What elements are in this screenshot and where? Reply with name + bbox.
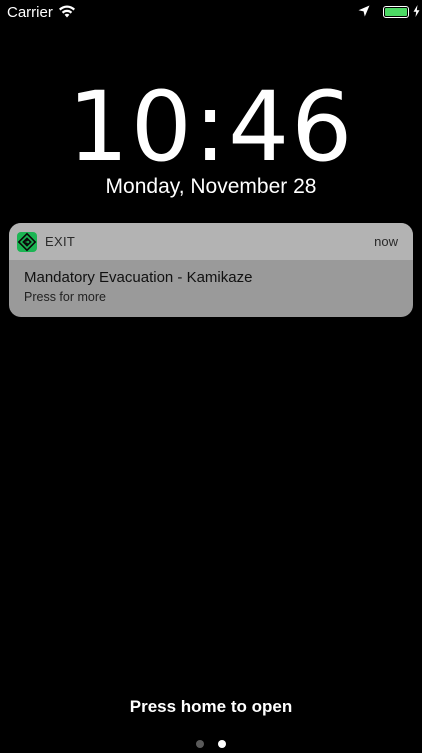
exit-app-icon <box>17 232 37 252</box>
notification-title: Mandatory Evacuation - Kamikaze <box>24 269 253 286</box>
location-arrow-icon <box>358 5 370 17</box>
notification-app-name: EXIT <box>45 234 76 249</box>
notification-card[interactable]: EXIT now Mandatory Evacuation - Kamikaze… <box>9 223 413 317</box>
status-bar: Carrier <box>0 0 422 26</box>
notification-time: now <box>374 234 398 249</box>
charging-bolt-icon <box>413 5 420 17</box>
notification-header: EXIT now <box>9 223 413 260</box>
page-dot-2[interactable] <box>218 740 227 748</box>
unlock-hint: Press home to open <box>129 697 293 716</box>
battery-fill <box>385 8 407 16</box>
carrier-label: Carrier <box>7 4 53 21</box>
page-indicator[interactable] <box>0 735 422 748</box>
battery-icon <box>383 6 411 18</box>
wifi-icon <box>59 5 75 18</box>
clock-date: Monday, November 28 <box>105 175 317 198</box>
notification-body: Press for more <box>24 290 106 304</box>
page-dot-1[interactable] <box>195 740 204 748</box>
clock-time: 10:46 <box>67 71 355 183</box>
